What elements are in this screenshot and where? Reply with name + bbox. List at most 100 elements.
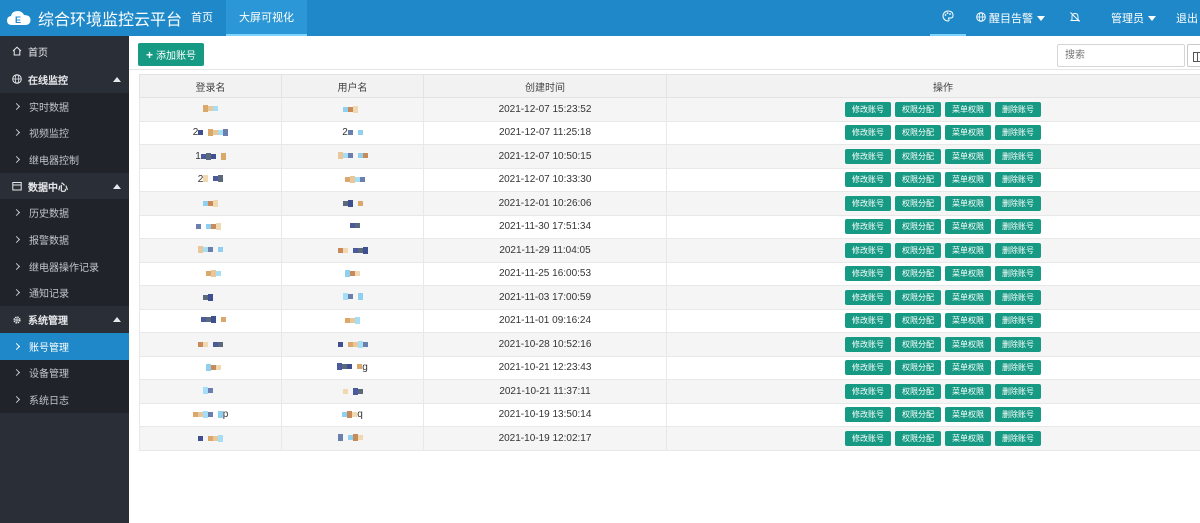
menu-permission-button[interactable]: 菜单权限 [945, 313, 991, 329]
sidebar-group-system[interactable]: 系统管理 [0, 306, 129, 333]
menu-permission-button[interactable]: 菜单权限 [945, 242, 991, 258]
edit-account-button[interactable]: 修改账号 [845, 407, 891, 423]
redaction-pixel [218, 175, 224, 183]
menu-permission-button[interactable]: 菜单权限 [945, 266, 991, 282]
sidebar-item-history[interactable]: 历史数据 [0, 199, 129, 227]
cell-login-name [139, 379, 282, 404]
delete-account-button[interactable]: 删除账号 [995, 125, 1041, 141]
delete-account-button[interactable]: 删除账号 [995, 383, 1041, 399]
sidebar-item-video[interactable]: 视频监控 [0, 119, 129, 147]
edit-account-button[interactable]: 修改账号 [845, 383, 891, 399]
permission-assign-button[interactable]: 权限分配 [895, 430, 941, 446]
menu-permission-button[interactable]: 菜单权限 [945, 407, 991, 423]
edit-account-button[interactable]: 修改账号 [845, 360, 891, 376]
delete-account-button[interactable]: 删除账号 [995, 148, 1041, 164]
menu-permission-button[interactable]: 菜单权限 [945, 101, 991, 117]
sidebar-item-home[interactable]: 首页 [0, 36, 129, 66]
permission-assign-button[interactable]: 权限分配 [895, 266, 941, 282]
column-header-login[interactable]: 登录名 [139, 74, 282, 98]
menu-permission-button[interactable]: 菜单权限 [945, 148, 991, 164]
tab-big-screen[interactable]: 大屏可视化 [226, 0, 307, 36]
permission-assign-button[interactable]: 权限分配 [895, 101, 941, 117]
permission-assign-button[interactable]: 权限分配 [895, 125, 941, 141]
permission-assign-button[interactable]: 权限分配 [895, 313, 941, 329]
permission-assign-button[interactable]: 权限分配 [895, 148, 941, 164]
menu-permission-button[interactable]: 菜单权限 [945, 172, 991, 188]
sidebar-item-devices[interactable]: 设备管理 [0, 359, 129, 387]
edit-account-button[interactable]: 修改账号 [845, 219, 891, 235]
permission-assign-button[interactable]: 权限分配 [895, 219, 941, 235]
edit-account-button[interactable]: 修改账号 [845, 336, 891, 352]
delete-account-button[interactable]: 删除账号 [995, 360, 1041, 376]
cell-login-name [139, 332, 282, 357]
permission-assign-button[interactable]: 权限分配 [895, 195, 941, 211]
cell-user-name [281, 214, 424, 239]
menu-permission-button[interactable]: 菜单权限 [945, 430, 991, 446]
column-header-user[interactable]: 用户名 [281, 74, 424, 98]
edit-account-button[interactable]: 修改账号 [845, 430, 891, 446]
columns-toggle-button[interactable] [1187, 44, 1200, 67]
sidebar-item-logs[interactable]: 系统日志 [0, 386, 129, 413]
delete-account-button[interactable]: 删除账号 [995, 172, 1041, 188]
permission-assign-button[interactable]: 权限分配 [895, 360, 941, 376]
delete-account-button[interactable]: 删除账号 [995, 242, 1041, 258]
sidebar-group-monitor[interactable]: 在线监控 [0, 66, 129, 93]
edit-account-button[interactable]: 修改账号 [845, 101, 891, 117]
permission-assign-button[interactable]: 权限分配 [895, 407, 941, 423]
permission-assign-button[interactable]: 权限分配 [895, 289, 941, 305]
search-input[interactable] [1057, 44, 1185, 67]
menu-permission-button[interactable]: 菜单权限 [945, 336, 991, 352]
menu-permission-button[interactable]: 菜单权限 [945, 195, 991, 211]
app-logo: E 综合环境监控云平台 [0, 6, 182, 30]
edit-account-button[interactable]: 修改账号 [845, 195, 891, 211]
logout-link[interactable]: 退出 [1164, 0, 1200, 36]
menu-permission-button[interactable]: 菜单权限 [945, 289, 991, 305]
column-header-created[interactable]: 创建时间 [423, 74, 667, 98]
delete-account-button[interactable]: 删除账号 [995, 101, 1041, 117]
menu-permission-button[interactable]: 菜单权限 [945, 383, 991, 399]
permission-assign-button[interactable]: 权限分配 [895, 242, 941, 258]
delete-account-button[interactable]: 删除账号 [995, 266, 1041, 282]
add-account-button[interactable]: + 添加账号 [138, 43, 205, 66]
delete-account-button[interactable]: 删除账号 [995, 430, 1041, 446]
theme-button[interactable] [930, 0, 966, 36]
delete-account-button[interactable]: 删除账号 [995, 289, 1041, 305]
tab-home[interactable]: 首页 [178, 0, 226, 36]
cell-user-name [281, 238, 424, 263]
menu-permission-button[interactable]: 菜单权限 [945, 360, 991, 376]
sidebar-item-notify[interactable]: 通知记录 [0, 279, 129, 307]
redacted-text [198, 245, 223, 253]
sidebar-group-data[interactable]: 数据中心 [0, 172, 129, 200]
redacted-text [203, 386, 218, 394]
cell-user-name [281, 144, 424, 169]
sidebar-item-relay[interactable]: 继电器控制 [0, 146, 129, 173]
delete-account-button[interactable]: 删除账号 [995, 313, 1041, 329]
alarm-dropdown[interactable]: 醒目告警 [966, 0, 1055, 36]
delete-account-button[interactable]: 删除账号 [995, 219, 1041, 235]
menu-permission-button[interactable]: 菜单权限 [945, 219, 991, 235]
cell-login-name: 2 [139, 167, 282, 192]
permission-assign-button[interactable]: 权限分配 [895, 336, 941, 352]
redacted-text [200, 152, 226, 160]
edit-account-button[interactable]: 修改账号 [845, 125, 891, 141]
gear-icon [12, 315, 22, 325]
delete-account-button[interactable]: 删除账号 [995, 195, 1041, 211]
sidebar-item-accounts[interactable]: 账号管理 [0, 332, 129, 360]
edit-account-button[interactable]: 修改账号 [845, 172, 891, 188]
edit-account-button[interactable]: 修改账号 [845, 266, 891, 282]
delete-account-button[interactable]: 删除账号 [995, 407, 1041, 423]
edit-account-button[interactable]: 修改账号 [845, 313, 891, 329]
menu-permission-button[interactable]: 菜单权限 [945, 125, 991, 141]
mute-button[interactable] [1055, 0, 1095, 36]
permission-assign-button[interactable]: 权限分配 [895, 383, 941, 399]
sidebar-item-alarm[interactable]: 报警数据 [0, 226, 129, 253]
permission-assign-button[interactable]: 权限分配 [895, 172, 941, 188]
user-menu[interactable]: 管理员 [1095, 0, 1164, 36]
edit-account-button[interactable]: 修改账号 [845, 148, 891, 164]
redaction-pixel [355, 223, 360, 229]
delete-account-button[interactable]: 删除账号 [995, 336, 1041, 352]
sidebar-item-relay-log[interactable]: 继电器操作记录 [0, 252, 129, 280]
sidebar-item-realtime[interactable]: 实时数据 [0, 92, 129, 120]
edit-account-button[interactable]: 修改账号 [845, 242, 891, 258]
edit-account-button[interactable]: 修改账号 [845, 289, 891, 305]
